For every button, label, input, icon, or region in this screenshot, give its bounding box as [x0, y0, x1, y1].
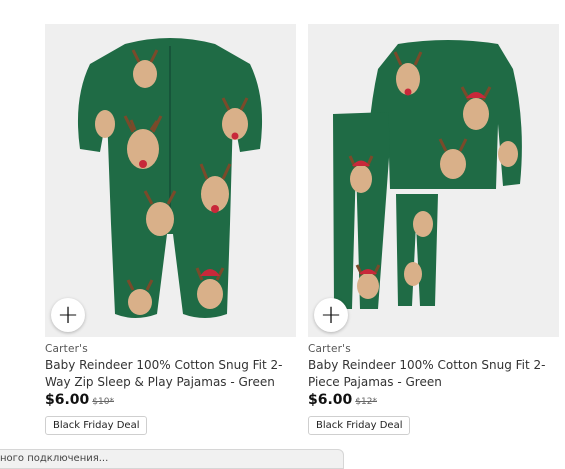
- product-card[interactable]: + Carter's Baby Reindeer 100% Cotton Snu…: [308, 24, 559, 435]
- price-row: $6.00 $12*: [308, 392, 559, 408]
- product-title[interactable]: Baby Reindeer 100% Cotton Snug Fit 2-Pie…: [308, 357, 559, 391]
- status-text: ного подключения...: [0, 453, 109, 464]
- browser-status-bar: ного подключения...: [0, 449, 344, 469]
- product-title[interactable]: Baby Reindeer 100% Cotton Snug Fit 2-Way…: [45, 357, 296, 391]
- price-row: $6.00 $10*: [45, 392, 296, 408]
- product-image[interactable]: +: [308, 24, 559, 337]
- product-brand[interactable]: Carter's: [308, 343, 559, 355]
- two-piece-illustration: [333, 40, 522, 309]
- original-price: $12*: [355, 397, 377, 407]
- original-price: $10*: [92, 397, 114, 407]
- product-card[interactable]: + Carter's Baby Reindeer 100% Cotton Snu…: [45, 24, 296, 435]
- product-brand[interactable]: Carter's: [45, 343, 296, 355]
- black-friday-deal-badge: Black Friday Deal: [308, 416, 411, 435]
- sale-price: $6.00: [308, 392, 353, 408]
- black-friday-deal-badge: Black Friday Deal: [45, 416, 148, 435]
- add-to-cart-button[interactable]: +: [314, 298, 348, 332]
- product-image[interactable]: +: [45, 24, 296, 337]
- sale-price: $6.00: [45, 392, 90, 408]
- sleeper-illustration: [77, 38, 263, 318]
- add-to-cart-button[interactable]: +: [51, 298, 85, 332]
